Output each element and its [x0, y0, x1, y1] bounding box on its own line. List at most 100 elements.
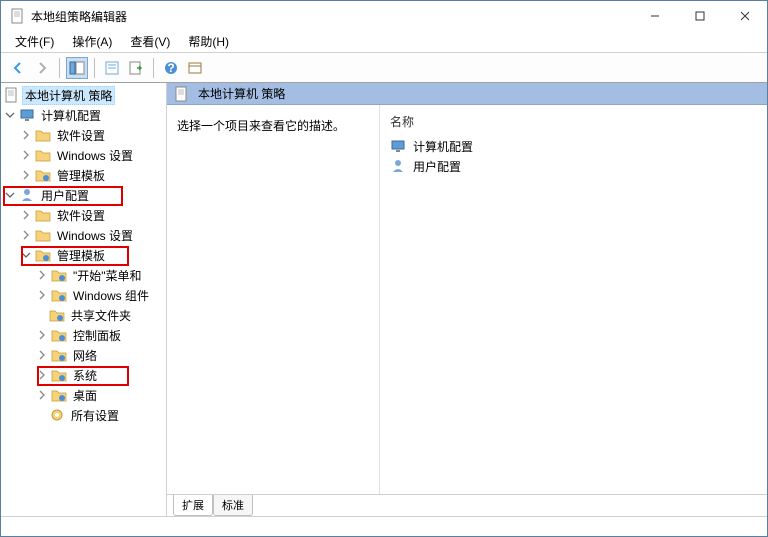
tree-label: 软件设置	[54, 206, 108, 225]
folder-icon	[51, 327, 67, 343]
tree-software-settings[interactable]: 软件设置	[1, 125, 166, 145]
tree-label: 系统	[70, 366, 100, 385]
tree-label: 本地计算机 策略	[22, 86, 115, 105]
tab-bar: 扩展 标准	[167, 494, 767, 516]
separator	[94, 58, 95, 78]
computer-icon	[19, 107, 35, 123]
tree-all-settings[interactable]: 所有设置	[1, 405, 166, 425]
list-item-label: 计算机配置	[413, 138, 473, 155]
expand-icon[interactable]	[19, 228, 33, 242]
expand-icon[interactable]	[19, 248, 33, 262]
tree-label: 管理模板	[54, 246, 108, 265]
expand-icon[interactable]	[3, 188, 17, 202]
tree-user-config[interactable]: 用户配置	[1, 185, 166, 205]
list-item-label: 用户配置	[413, 158, 461, 175]
expand-icon[interactable]	[3, 108, 17, 122]
tree-start-menu[interactable]: "开始"菜单和	[1, 265, 166, 285]
body: 本地计算机 策略 计算机配置 软件设置 Windows 设置	[1, 83, 767, 516]
maximize-button[interactable]	[677, 1, 722, 31]
tree-label: 共享文件夹	[68, 306, 134, 325]
tree-pane[interactable]: 本地计算机 策略 计算机配置 软件设置 Windows 设置	[1, 83, 167, 516]
tree-windows-components[interactable]: Windows 组件	[1, 285, 166, 305]
expand-icon[interactable]	[35, 388, 49, 402]
minimize-button[interactable]	[632, 1, 677, 31]
tree-label: 管理模板	[54, 166, 108, 185]
list-item-computer-config[interactable]: 计算机配置	[390, 136, 757, 156]
folder-icon	[35, 147, 51, 163]
expand-icon[interactable]	[35, 328, 49, 342]
user-icon	[19, 187, 35, 203]
tree-admin-templates[interactable]: 管理模板	[1, 165, 166, 185]
list-pane[interactable]: 名称 计算机配置 用户配置	[379, 105, 767, 494]
tree-shared-folders[interactable]: 共享文件夹	[1, 305, 166, 325]
tree-windows-settings[interactable]: Windows 设置	[1, 225, 166, 245]
menu-file[interactable]: 文件(F)	[11, 31, 58, 52]
description-text: 选择一个项目来查看它的描述。	[177, 117, 369, 134]
window: 本地组策略编辑器 文件(F) 操作(A) 查看(V) 帮助(H) 本地计算机 策…	[0, 0, 768, 537]
folder-icon	[35, 127, 51, 143]
folder-icon	[35, 247, 51, 263]
toolbar	[1, 53, 767, 83]
tree-windows-settings[interactable]: Windows 设置	[1, 145, 166, 165]
column-header-name[interactable]: 名称	[390, 113, 757, 136]
forward-button[interactable]	[31, 57, 53, 79]
doc-icon	[173, 86, 189, 102]
content-header: 本地计算机 策略	[167, 83, 767, 105]
expand-icon[interactable]	[19, 128, 33, 142]
folder-icon	[35, 167, 51, 183]
menu-bar: 文件(F) 操作(A) 查看(V) 帮助(H)	[1, 31, 767, 53]
tree-label: Windows 组件	[70, 286, 152, 305]
window-controls	[632, 1, 767, 31]
tree-label: 计算机配置	[38, 106, 104, 125]
expand-icon[interactable]	[19, 168, 33, 182]
folder-icon	[35, 227, 51, 243]
tree-admin-templates[interactable]: 管理模板	[1, 245, 166, 265]
help-button[interactable]	[160, 57, 182, 79]
tree-computer-config[interactable]: 计算机配置	[1, 105, 166, 125]
tree-label: Windows 设置	[54, 146, 136, 165]
filter-button[interactable]	[184, 57, 206, 79]
folder-icon	[49, 307, 65, 323]
expand-icon[interactable]	[19, 148, 33, 162]
list-item-user-config[interactable]: 用户配置	[390, 156, 757, 176]
tree-label: 网络	[70, 346, 100, 365]
tree-network[interactable]: 网络	[1, 345, 166, 365]
settings-icon	[49, 407, 65, 423]
tree-label: 用户配置	[38, 186, 92, 205]
content-pane: 本地计算机 策略 选择一个项目来查看它的描述。 名称 计算机配置 用户配置	[167, 83, 767, 516]
folder-icon	[51, 267, 67, 283]
show-tree-button[interactable]	[66, 57, 88, 79]
tree-system[interactable]: 系统	[1, 365, 166, 385]
tree-desktop[interactable]: 桌面	[1, 385, 166, 405]
expand-icon[interactable]	[35, 348, 49, 362]
folder-icon	[51, 287, 67, 303]
tab-extended[interactable]: 扩展	[173, 495, 213, 516]
app-icon	[9, 8, 25, 24]
folder-icon	[51, 347, 67, 363]
tree-control-panel[interactable]: 控制面板	[1, 325, 166, 345]
window-title: 本地组策略编辑器	[31, 8, 632, 25]
expand-icon[interactable]	[35, 288, 49, 302]
tree-label: 软件设置	[54, 126, 108, 145]
tree-label: 控制面板	[70, 326, 124, 345]
export-button[interactable]	[125, 57, 147, 79]
computer-icon	[390, 138, 406, 154]
status-bar	[1, 516, 767, 536]
properties-button[interactable]	[101, 57, 123, 79]
tree-label: Windows 设置	[54, 226, 136, 245]
expand-icon[interactable]	[35, 368, 49, 382]
tree-label: "开始"菜单和	[70, 266, 145, 285]
folder-icon	[51, 387, 67, 403]
tree-label: 所有设置	[68, 406, 122, 425]
menu-help[interactable]: 帮助(H)	[184, 31, 233, 52]
expand-icon[interactable]	[19, 208, 33, 222]
tree-software-settings[interactable]: 软件设置	[1, 205, 166, 225]
back-button[interactable]	[7, 57, 29, 79]
tree-label: 桌面	[70, 386, 100, 405]
close-button[interactable]	[722, 1, 767, 31]
tree-root[interactable]: 本地计算机 策略	[1, 85, 166, 105]
tab-standard[interactable]: 标准	[213, 495, 253, 516]
expand-icon[interactable]	[35, 268, 49, 282]
menu-view[interactable]: 查看(V)	[126, 31, 174, 52]
menu-action[interactable]: 操作(A)	[68, 31, 116, 52]
